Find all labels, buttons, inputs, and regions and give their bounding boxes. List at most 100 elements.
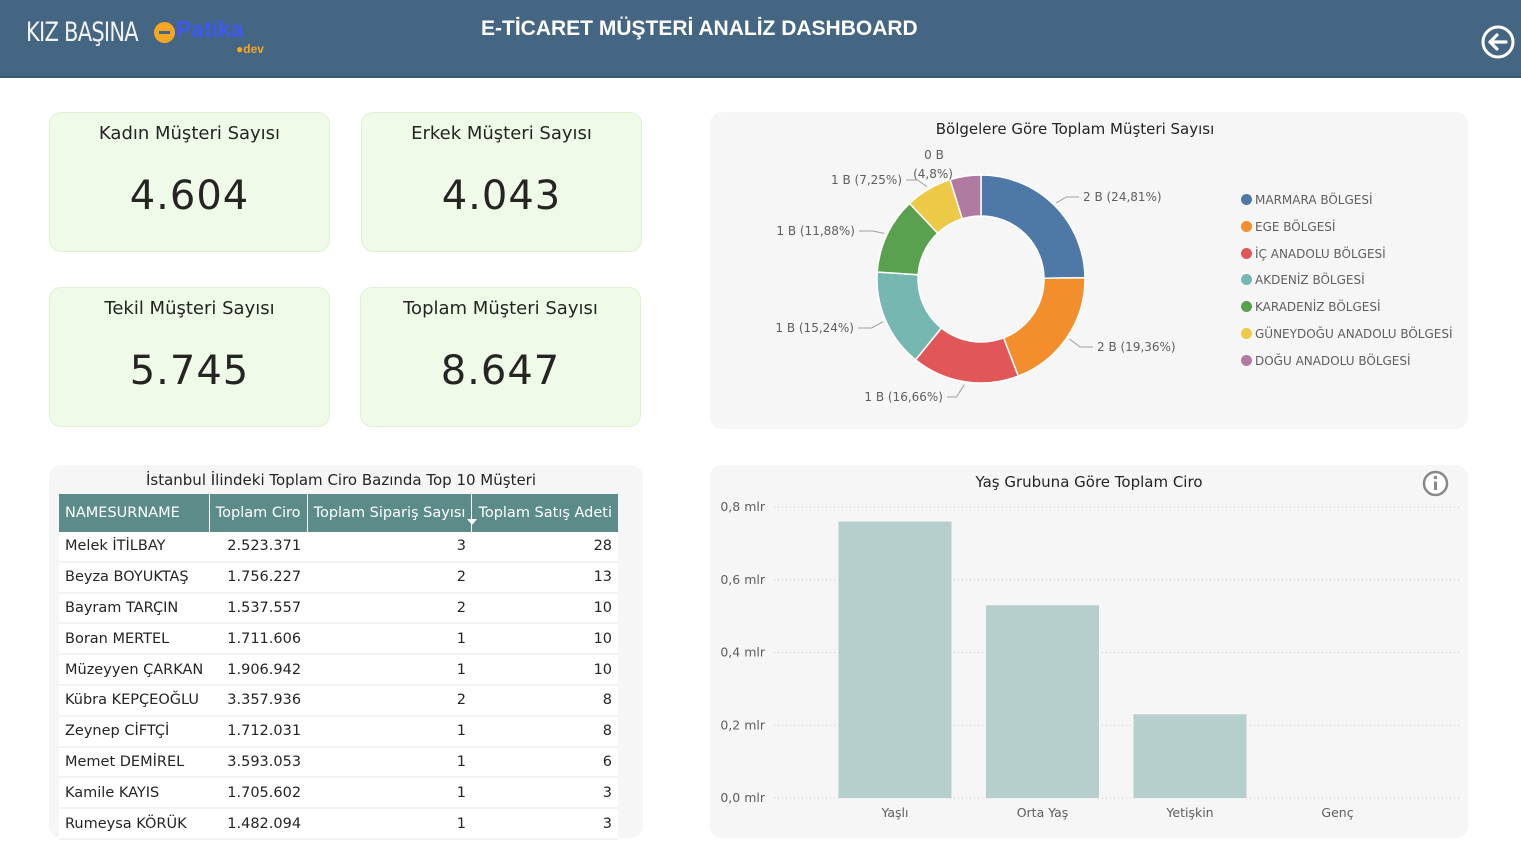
cell-siparis-sayisi: 2 bbox=[307, 592, 472, 625]
donut-data-label: 0 B bbox=[924, 148, 944, 162]
cell-siparis-sayisi: 1 bbox=[307, 623, 472, 656]
legend-color-dot-icon bbox=[1241, 274, 1252, 286]
x-tick-label: Yaşlı bbox=[880, 805, 908, 820]
cell-satis-adeti: 8 bbox=[471, 684, 619, 717]
cell-toplam-ciro: 1.712.031 bbox=[209, 715, 308, 748]
donut-chart[interactable]: 2 B (24,81%) 2 B (19,36%) 1 B (16,66%) 1 B … bbox=[710, 112, 1230, 429]
cell-siparis-sayisi: 1 bbox=[307, 777, 472, 810]
column-header-siparis-sayisi[interactable]: Toplam Sipariş Sayısı bbox=[307, 494, 473, 532]
table-row[interactable]: Rumeysa KÖRÜK 1.482.094 1 3 bbox=[59, 808, 619, 840]
legend-item[interactable]: EGE BÖLGESİ bbox=[1241, 219, 1335, 235]
cell-toplam-ciro: 1.705.602 bbox=[209, 777, 308, 810]
patika-logo-word: Patika bbox=[176, 16, 244, 42]
cell-namesurname: Kübra KEPÇEOĞLU bbox=[59, 684, 210, 717]
table-row[interactable]: Beyza BOYUKTAŞ 1.756.227 2 13 bbox=[59, 561, 619, 594]
legend-label: GÜNEYDOĞU ANADOLU BÖLGESİ bbox=[1255, 327, 1453, 341]
legend-item[interactable]: İÇ ANADOLU BÖLGESİ bbox=[1241, 246, 1386, 262]
cell-satis-adeti: 3 bbox=[471, 777, 619, 810]
sort-descending-icon bbox=[467, 519, 477, 525]
cell-toplam-ciro: 3.593.053 bbox=[209, 746, 308, 779]
y-tick-label: 0,2 mlr bbox=[720, 717, 766, 732]
table-row[interactable]: Melek İTİLBAY 2.523.371 3 28 bbox=[59, 532, 619, 563]
donut-data-label: 2 B (19,36%) bbox=[1097, 340, 1176, 354]
cell-namesurname: Müzeyyen ÇARKAN bbox=[59, 654, 210, 686]
table-title: İstanbul İlindeki Toplam Ciro Bazında To… bbox=[145, 471, 537, 489]
x-tick-label: Orta Yaş bbox=[1017, 805, 1069, 820]
legend-color-dot-icon bbox=[1241, 194, 1252, 205]
bar[interactable] bbox=[838, 521, 952, 798]
y-tick-label: 0,6 mlr bbox=[720, 572, 766, 587]
cell-siparis-sayisi: 2 bbox=[307, 684, 472, 717]
table-row[interactable]: Memet DEMİREL 3.593.053 1 6 bbox=[59, 746, 619, 779]
legend-label: DOĞU ANADOLU BÖLGESİ bbox=[1255, 353, 1411, 368]
legend-label: İÇ ANADOLU BÖLGESİ bbox=[1255, 246, 1386, 261]
cell-namesurname: Melek İTİLBAY bbox=[59, 532, 210, 563]
legend-item[interactable]: DOĞU ANADOLU BÖLGESİ bbox=[1241, 353, 1411, 369]
cell-satis-adeti: 13 bbox=[471, 561, 619, 594]
column-header-toplam-ciro[interactable]: Toplam Ciro bbox=[209, 494, 308, 532]
bar-chart[interactable]: 0,0 mlr 0,2 mlr 0,4 mlr 0,6 mlr 0,8 mlr Yaşlı… bbox=[710, 465, 1468, 838]
kpi-value: 5.745 bbox=[129, 348, 250, 394]
legend-color-dot-icon bbox=[1241, 220, 1252, 232]
table-row[interactable]: Kamile KAYIS 1.705.602 1 3 bbox=[59, 777, 619, 810]
table-header-row: NAMESURNAME Toplam Ciro Toplam Sipariş S… bbox=[59, 494, 619, 532]
legend-item[interactable]: MARMARA BÖLGESİ bbox=[1241, 192, 1373, 208]
cell-siparis-sayisi: 1 bbox=[307, 654, 472, 686]
cell-toplam-ciro: 1.711.606 bbox=[209, 623, 308, 656]
legend-label: KARADENİZ BÖLGESİ bbox=[1255, 300, 1381, 315]
kpi-value: 4.604 bbox=[129, 173, 250, 219]
cell-namesurname: Bayram TARÇIN bbox=[59, 592, 210, 625]
table-row[interactable]: Boran MERTEL 1.711.606 1 10 bbox=[59, 623, 619, 656]
cell-namesurname: Kamile KAYIS bbox=[59, 777, 210, 810]
column-header-namesurname[interactable]: NAMESURNAME bbox=[59, 494, 210, 532]
region-donut-panel[interactable]: Bölgelere Göre Toplam Müşteri Sayısı 2 B… bbox=[710, 112, 1468, 429]
patika-e-icon bbox=[154, 22, 175, 43]
top10-table: NAMESURNAME Toplam Ciro Toplam Sipariş S… bbox=[59, 494, 619, 840]
donut-data-label: 1 B (16,66%) bbox=[864, 390, 943, 404]
donut-leader-line bbox=[1055, 196, 1079, 204]
cell-siparis-sayisi: 3 bbox=[307, 532, 472, 563]
legend-item[interactable]: KARADENİZ BÖLGESİ bbox=[1241, 299, 1381, 315]
cell-toplam-ciro: 1.756.227 bbox=[209, 561, 308, 594]
cell-siparis-sayisi: 2 bbox=[307, 561, 472, 594]
cell-namesurname: Beyza BOYUKTAŞ bbox=[59, 561, 210, 594]
kpi-card-erkek: Erkek Müşteri Sayısı 4.043 bbox=[361, 112, 642, 252]
donut-slice[interactable] bbox=[980, 174, 1086, 280]
y-tick-label: 0,0 mlr bbox=[720, 790, 766, 805]
table-row[interactable]: Bayram TARÇIN 1.537.557 2 10 bbox=[59, 592, 619, 625]
cell-satis-adeti: 10 bbox=[471, 623, 619, 656]
column-header-satis-adeti[interactable]: Toplam Satış Adeti bbox=[471, 494, 619, 532]
cell-toplam-ciro: 2.523.371 bbox=[209, 532, 308, 563]
legend-item[interactable]: GÜNEYDOĞU ANADOLU BÖLGESİ bbox=[1241, 326, 1453, 342]
table-row[interactable]: Kübra KEPÇEOĞLU 3.357.936 2 8 bbox=[59, 684, 619, 717]
cell-satis-adeti: 3 bbox=[471, 808, 619, 840]
kpi-value: 8.647 bbox=[440, 348, 561, 394]
age-bar-panel[interactable]: Yaş Grubuna Göre Toplam Ciro 0,0 mlr 0,2 … bbox=[710, 465, 1468, 838]
back-arrow-circle-icon[interactable] bbox=[1481, 25, 1515, 59]
donut-leader-line bbox=[947, 384, 965, 398]
donut-data-label: (4,8%) bbox=[913, 167, 953, 181]
kpi-label: Kadın Müşteri Sayısı bbox=[98, 123, 281, 144]
kpi-label: Tekil Müşteri Sayısı bbox=[104, 298, 275, 319]
legend-label: AKDENİZ BÖLGESİ bbox=[1255, 273, 1365, 288]
legend-item[interactable]: AKDENİZ BÖLGESİ bbox=[1241, 272, 1365, 288]
kpi-card-tekil: Tekil Müşteri Sayısı 5.745 bbox=[49, 287, 330, 427]
cell-siparis-sayisi: 1 bbox=[307, 746, 472, 779]
table-row[interactable]: Müzeyyen ÇARKAN 1.906.942 1 10 bbox=[59, 654, 619, 686]
donut-legend: MARMARA BÖLGESİ EGE BÖLGESİ İÇ ANADOLU BÖL… bbox=[1241, 192, 1461, 382]
donut-slice[interactable] bbox=[1002, 276, 1086, 378]
table-row[interactable]: Zeynep CİFTÇİ 1.712.031 1 8 bbox=[59, 715, 619, 748]
legend-label: EGE BÖLGESİ bbox=[1255, 219, 1336, 234]
kpi-label: Erkek Müşteri Sayısı bbox=[411, 123, 592, 144]
bar[interactable] bbox=[986, 605, 1099, 798]
x-tick-label: Yetişkin bbox=[1165, 805, 1213, 820]
y-tick-label: 0,4 mlr bbox=[720, 645, 766, 660]
bar[interactable] bbox=[1133, 714, 1247, 798]
y-tick-label: 0,8 mlr bbox=[720, 499, 766, 514]
cell-satis-adeti: 10 bbox=[471, 592, 619, 625]
cell-toplam-ciro: 1.906.942 bbox=[209, 654, 308, 686]
cell-namesurname: Memet DEMİREL bbox=[59, 746, 210, 779]
kpi-card-kadin: Kadın Müşteri Sayısı 4.604 bbox=[49, 112, 330, 252]
cell-toplam-ciro: 3.357.936 bbox=[209, 684, 308, 717]
header-bar: KIZ BAŞINA Patika ●dev E-TİCARET MÜŞTERİ… bbox=[0, 0, 1521, 78]
